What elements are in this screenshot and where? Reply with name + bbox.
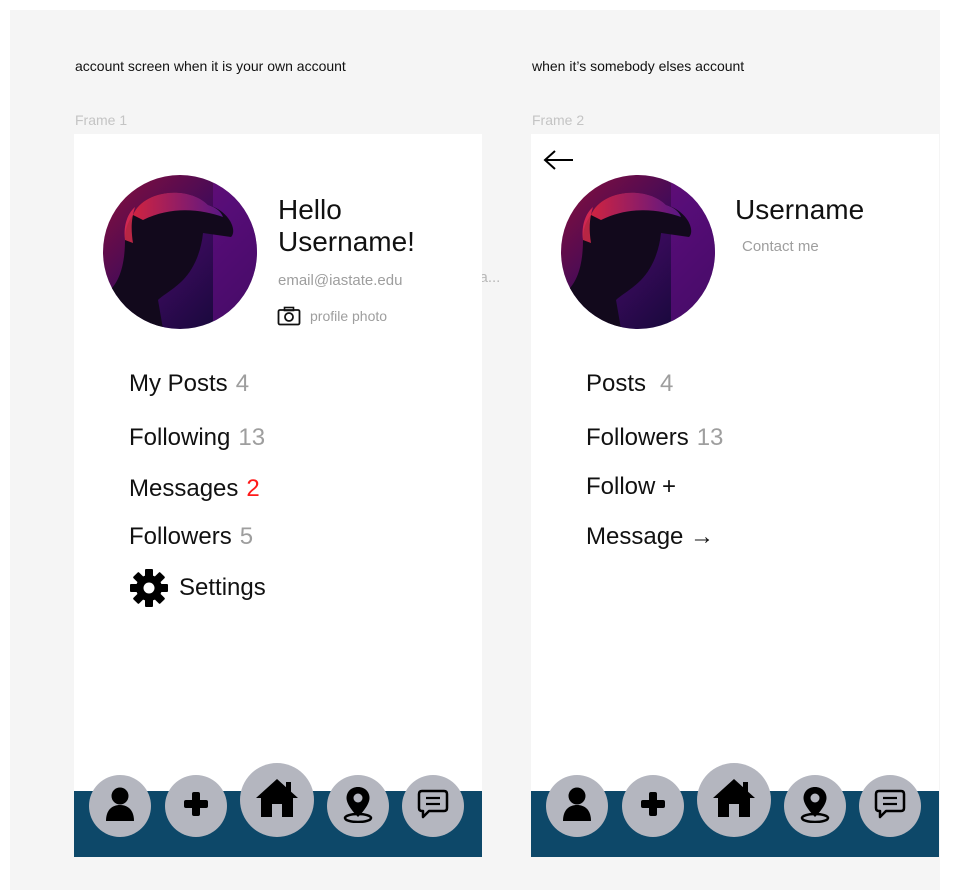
menu-settings[interactable]: Settings xyxy=(129,568,266,608)
menu-settings-label: Settings xyxy=(179,574,266,601)
chat-icon xyxy=(416,787,450,826)
other-account-screen: Username Contact me Posts 4 Followers 13 F… xyxy=(531,134,939,857)
nav-home-button[interactable] xyxy=(240,763,314,837)
menu-messages-count: 2 xyxy=(246,475,260,502)
home-icon xyxy=(711,777,757,824)
nav-chat-button[interactable] xyxy=(402,775,464,837)
menu-followers-count: 13 xyxy=(696,424,724,451)
back-arrow-icon[interactable] xyxy=(543,148,575,177)
menu-following-count: 13 xyxy=(238,424,266,451)
nav-chat-button[interactable] xyxy=(859,775,921,837)
menu-posts-count: 4 xyxy=(660,370,674,397)
nav-profile-button[interactable] xyxy=(546,775,608,837)
greeting-text: Hello xyxy=(278,194,342,225)
chat-icon xyxy=(873,787,907,826)
menu-followers-label: Followers xyxy=(586,424,689,451)
frame-2-label: Frame 2 xyxy=(532,112,585,128)
home-icon xyxy=(254,777,300,824)
profile-avatar xyxy=(561,175,715,329)
menu-my-posts-count: 4 xyxy=(235,370,250,397)
person-icon xyxy=(103,786,137,827)
profile-avatar xyxy=(103,175,257,329)
menu-messages[interactable]: Messages 2 xyxy=(129,475,260,503)
menu-followers-label: Followers xyxy=(129,523,232,550)
menu-messages-label: Messages xyxy=(129,475,239,502)
person-icon xyxy=(560,786,594,827)
menu-my-posts-label: My Posts xyxy=(129,370,228,397)
username-heading: Username! xyxy=(278,226,415,257)
plus-icon xyxy=(639,790,667,823)
camera-icon[interactable] xyxy=(277,306,301,331)
menu-followers-count: 5 xyxy=(239,523,254,550)
caption-own-account: account screen when it is your own accou… xyxy=(75,58,346,74)
nav-add-button[interactable] xyxy=(165,775,227,837)
profile-photo-link[interactable]: profile photo xyxy=(310,308,387,324)
menu-posts[interactable]: Posts 4 xyxy=(586,370,673,398)
nav-location-button[interactable] xyxy=(327,775,389,837)
menu-following[interactable]: Following 13 xyxy=(129,424,265,452)
nav-add-button[interactable] xyxy=(622,775,684,837)
plus-icon xyxy=(182,790,210,823)
location-pin-icon xyxy=(341,785,375,828)
username-heading: Username xyxy=(735,194,865,225)
nav-home-button[interactable] xyxy=(697,763,771,837)
menu-followers[interactable]: Followers 5 xyxy=(129,523,253,551)
nav-location-button[interactable] xyxy=(784,775,846,837)
frame-1-label: Frame 1 xyxy=(75,112,128,128)
own-account-screen: Hello Username! email@iastate.edu profil… xyxy=(74,134,482,857)
gear-icon xyxy=(129,568,169,608)
menu-following-label: Following xyxy=(129,424,231,451)
caption-other-account: when it’s somebody elses account xyxy=(532,58,745,74)
message-button[interactable]: Message → xyxy=(586,523,714,551)
contact-me-link[interactable]: Contact me xyxy=(742,238,819,255)
menu-my-posts[interactable]: My Posts 4 xyxy=(129,370,249,398)
email-text: email@iastate.edu xyxy=(278,272,403,289)
menu-posts-label: Posts xyxy=(586,370,647,397)
follow-button[interactable]: Follow + xyxy=(586,473,676,501)
location-pin-icon xyxy=(798,785,832,828)
menu-followers[interactable]: Followers 13 xyxy=(586,424,723,452)
nav-profile-button[interactable] xyxy=(89,775,151,837)
